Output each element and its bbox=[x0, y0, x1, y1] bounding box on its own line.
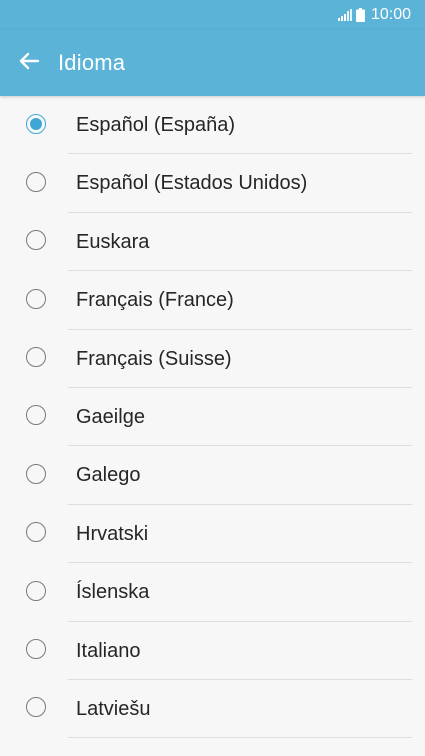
language-label: Euskara bbox=[76, 230, 150, 253]
language-option[interactable]: Galego bbox=[0, 446, 425, 505]
language-option[interactable]: Latviešu bbox=[0, 680, 425, 739]
language-option[interactable]: Español (Estados Unidos) bbox=[0, 154, 425, 213]
radio-button[interactable] bbox=[26, 522, 46, 543]
radio-button[interactable] bbox=[26, 288, 46, 309]
back-button[interactable] bbox=[10, 44, 48, 82]
radio-button[interactable] bbox=[26, 347, 46, 368]
battery-icon bbox=[355, 8, 365, 22]
language-label: Italiano bbox=[76, 639, 141, 662]
language-label: Latviešu bbox=[76, 697, 151, 720]
radio-button[interactable] bbox=[26, 463, 46, 484]
radio-button[interactable] bbox=[26, 405, 46, 426]
radio-button[interactable] bbox=[26, 230, 46, 251]
language-option[interactable]: Español (España) bbox=[0, 96, 425, 155]
radio-button[interactable] bbox=[26, 697, 46, 718]
status-bar: 10:00 bbox=[0, 0, 425, 30]
language-label: Français (France) bbox=[76, 289, 234, 312]
language-label: Íslenska bbox=[76, 581, 150, 604]
app-bar: Idioma bbox=[0, 30, 425, 96]
language-list: Español (España) Español (Estados Unidos)… bbox=[0, 96, 425, 739]
language-option[interactable]: Íslenska bbox=[0, 563, 425, 622]
divider bbox=[68, 737, 412, 739]
language-label: Español (Estados Unidos) bbox=[76, 172, 308, 195]
language-option[interactable]: Hrvatski bbox=[0, 505, 425, 564]
language-option[interactable]: Italiano bbox=[0, 622, 425, 680]
language-label: Español (España) bbox=[76, 114, 235, 136]
radio-button[interactable] bbox=[26, 171, 46, 192]
radio-button[interactable] bbox=[26, 580, 46, 601]
radio-button-checked[interactable] bbox=[26, 113, 46, 134]
language-label: Français (Suisse) bbox=[76, 347, 232, 370]
language-label: Galego bbox=[76, 464, 141, 487]
status-time: 10:00 bbox=[370, 6, 411, 23]
arrow-left-icon bbox=[18, 50, 40, 77]
language-option[interactable]: Euskara bbox=[0, 213, 425, 272]
status-indicators: 10:00 bbox=[337, 6, 411, 24]
language-option[interactable]: Français (Suisse) bbox=[0, 330, 425, 388]
signal-icon bbox=[337, 9, 352, 21]
language-label: Hrvatski bbox=[76, 522, 149, 545]
page-title: Idioma bbox=[58, 50, 126, 75]
language-option[interactable]: Français (France) bbox=[0, 271, 425, 330]
radio-button[interactable] bbox=[26, 639, 46, 660]
language-label: Gaeilge bbox=[76, 405, 145, 428]
language-option[interactable]: Gaeilge bbox=[0, 388, 425, 447]
